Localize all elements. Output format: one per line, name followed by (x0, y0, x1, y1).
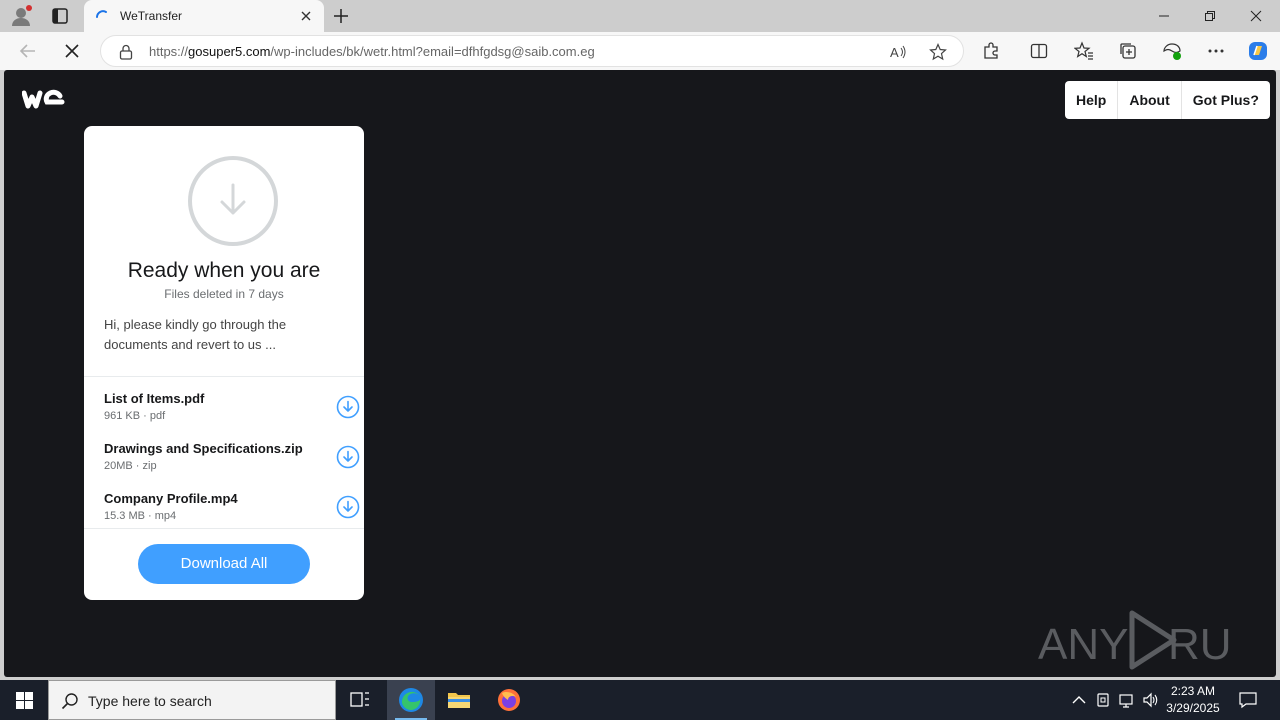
edge-browser-icon (399, 688, 423, 712)
device-tray-icon[interactable] (1094, 691, 1112, 709)
file-name: Drawings and Specifications.zip (104, 441, 303, 456)
search-icon (61, 693, 78, 710)
download-file-icon[interactable] (336, 445, 360, 469)
file-meta: 15.3 MB · mp4 (104, 510, 177, 522)
browser-toolbar: https://gosuper5.com/wp-includes/bk/wetr… (0, 32, 1280, 70)
watermark-any: ANY (1038, 620, 1128, 669)
minimize-button[interactable] (1141, 0, 1187, 32)
clock-time: 2:23 AM (1170, 684, 1216, 698)
transfer-message: Hi, please kindly go through the documen… (104, 317, 287, 352)
lock-icon[interactable] (119, 44, 133, 60)
notifications-icon[interactable] (1238, 690, 1258, 710)
browser-essentials-icon[interactable] (1162, 41, 1182, 61)
card-heading: Ready when you are (127, 259, 321, 282)
svg-text:A: A (890, 45, 899, 60)
web-page: Help About Got Plus? Ready when you are … (4, 70, 1276, 677)
restore-icon (1205, 11, 1215, 21)
download-circle-icon (188, 156, 278, 246)
nav-got-plus[interactable]: Got Plus? (1180, 81, 1270, 119)
system-clock[interactable]: 2:23 AM 3/29/2025 (1160, 683, 1226, 717)
show-hidden-icons-chevron-icon[interactable] (1070, 691, 1088, 709)
favorite-star-icon[interactable] (929, 43, 947, 61)
divider (84, 528, 364, 529)
new-tab-icon[interactable] (332, 7, 350, 25)
file-name: Company Profile.mp4 (104, 491, 238, 506)
browser-tab-strip: WeTransfer (0, 0, 1280, 32)
download-file-icon[interactable] (336, 495, 360, 519)
transfer-card: Ready when you are Files deleted in 7 da… (84, 126, 364, 600)
expiry-note: Files deleted in 7 days (164, 287, 284, 301)
file-meta: 961 KB · pdf (104, 410, 166, 422)
top-navigation: Help About Got Plus? (1065, 81, 1270, 119)
close-window-icon (1250, 10, 1262, 22)
file-size: 15.3 MB (104, 510, 145, 522)
task-view-button[interactable] (336, 680, 384, 720)
windows-taskbar: Type here to search 2:23 AM 3/29/2025 (0, 680, 1280, 720)
file-item[interactable]: Company Profile.mp4 15.3 MB · mp4 (84, 481, 364, 531)
file-size: 20MB (104, 460, 133, 472)
url-host: gosuper5.com (188, 44, 271, 59)
address-bar[interactable]: https://gosuper5.com/wp-includes/bk/wetr… (100, 35, 964, 67)
folder-icon (448, 693, 470, 708)
browser-tab-active[interactable]: WeTransfer (84, 0, 324, 32)
favorites-icon[interactable] (1074, 41, 1094, 61)
anyrun-watermark-logo: ANY RUN (1038, 610, 1234, 670)
loading-spinner-icon (96, 10, 107, 18)
restore-button[interactable] (1187, 0, 1233, 32)
profile-avatar-icon[interactable] (10, 5, 32, 27)
task-view-icon (350, 692, 369, 707)
file-item[interactable]: Drawings and Specifications.zip 20MB · z… (84, 431, 364, 481)
more-menu-icon[interactable] (1206, 41, 1226, 61)
file-size: 961 KB (104, 410, 141, 422)
taskbar-firefox[interactable] (485, 680, 533, 720)
file-meta: 20MB · zip (104, 460, 157, 472)
close-window-button[interactable] (1233, 0, 1279, 32)
stop-loading-icon[interactable] (62, 41, 82, 61)
extensions-icon[interactable] (981, 41, 1001, 61)
start-button[interactable] (0, 680, 48, 720)
copilot-icon[interactable] (1246, 39, 1270, 63)
volume-icon[interactable] (1142, 691, 1160, 709)
download-all-button[interactable]: Download All (138, 544, 310, 584)
split-screen-icon[interactable] (1029, 41, 1049, 61)
nav-help[interactable]: Help (1065, 81, 1117, 119)
tab-actions-icon[interactable] (50, 6, 70, 26)
collections-icon[interactable] (1118, 41, 1138, 61)
url-protocol: https:// (149, 44, 189, 59)
download-file-icon[interactable] (336, 395, 360, 419)
back-arrow-icon[interactable] (18, 41, 38, 61)
file-type: zip (142, 460, 157, 472)
divider (84, 376, 364, 377)
watermark-run: RUN (1168, 620, 1234, 669)
firefox-icon (498, 689, 520, 711)
search-placeholder: Type here to search (88, 693, 212, 709)
clock-date: 3/29/2025 (1166, 701, 1220, 715)
file-name: List of Items.pdf (104, 391, 205, 406)
taskbar-edge[interactable] (387, 680, 435, 720)
file-type: mp4 (154, 510, 177, 522)
taskbar-file-explorer[interactable] (435, 680, 483, 720)
windows-logo-icon (16, 692, 33, 709)
file-type: pdf (149, 410, 166, 422)
close-tab-icon[interactable] (299, 9, 313, 23)
url-path: /wp-includes/bk/wetr.html?email=dfhfgdsg… (270, 44, 595, 59)
read-aloud-icon[interactable]: A (889, 43, 907, 61)
taskbar-search-box[interactable]: Type here to search (48, 680, 336, 720)
nav-about[interactable]: About (1117, 81, 1180, 119)
wetransfer-logo[interactable] (22, 88, 68, 110)
url-text[interactable]: https://gosuper5.com/wp-includes/bk/wetr… (149, 44, 595, 59)
network-icon[interactable] (1118, 691, 1136, 709)
tab-title: WeTransfer (120, 9, 183, 23)
file-item[interactable]: List of Items.pdf 961 KB · pdf (84, 381, 364, 431)
minimize-icon (1159, 15, 1169, 17)
